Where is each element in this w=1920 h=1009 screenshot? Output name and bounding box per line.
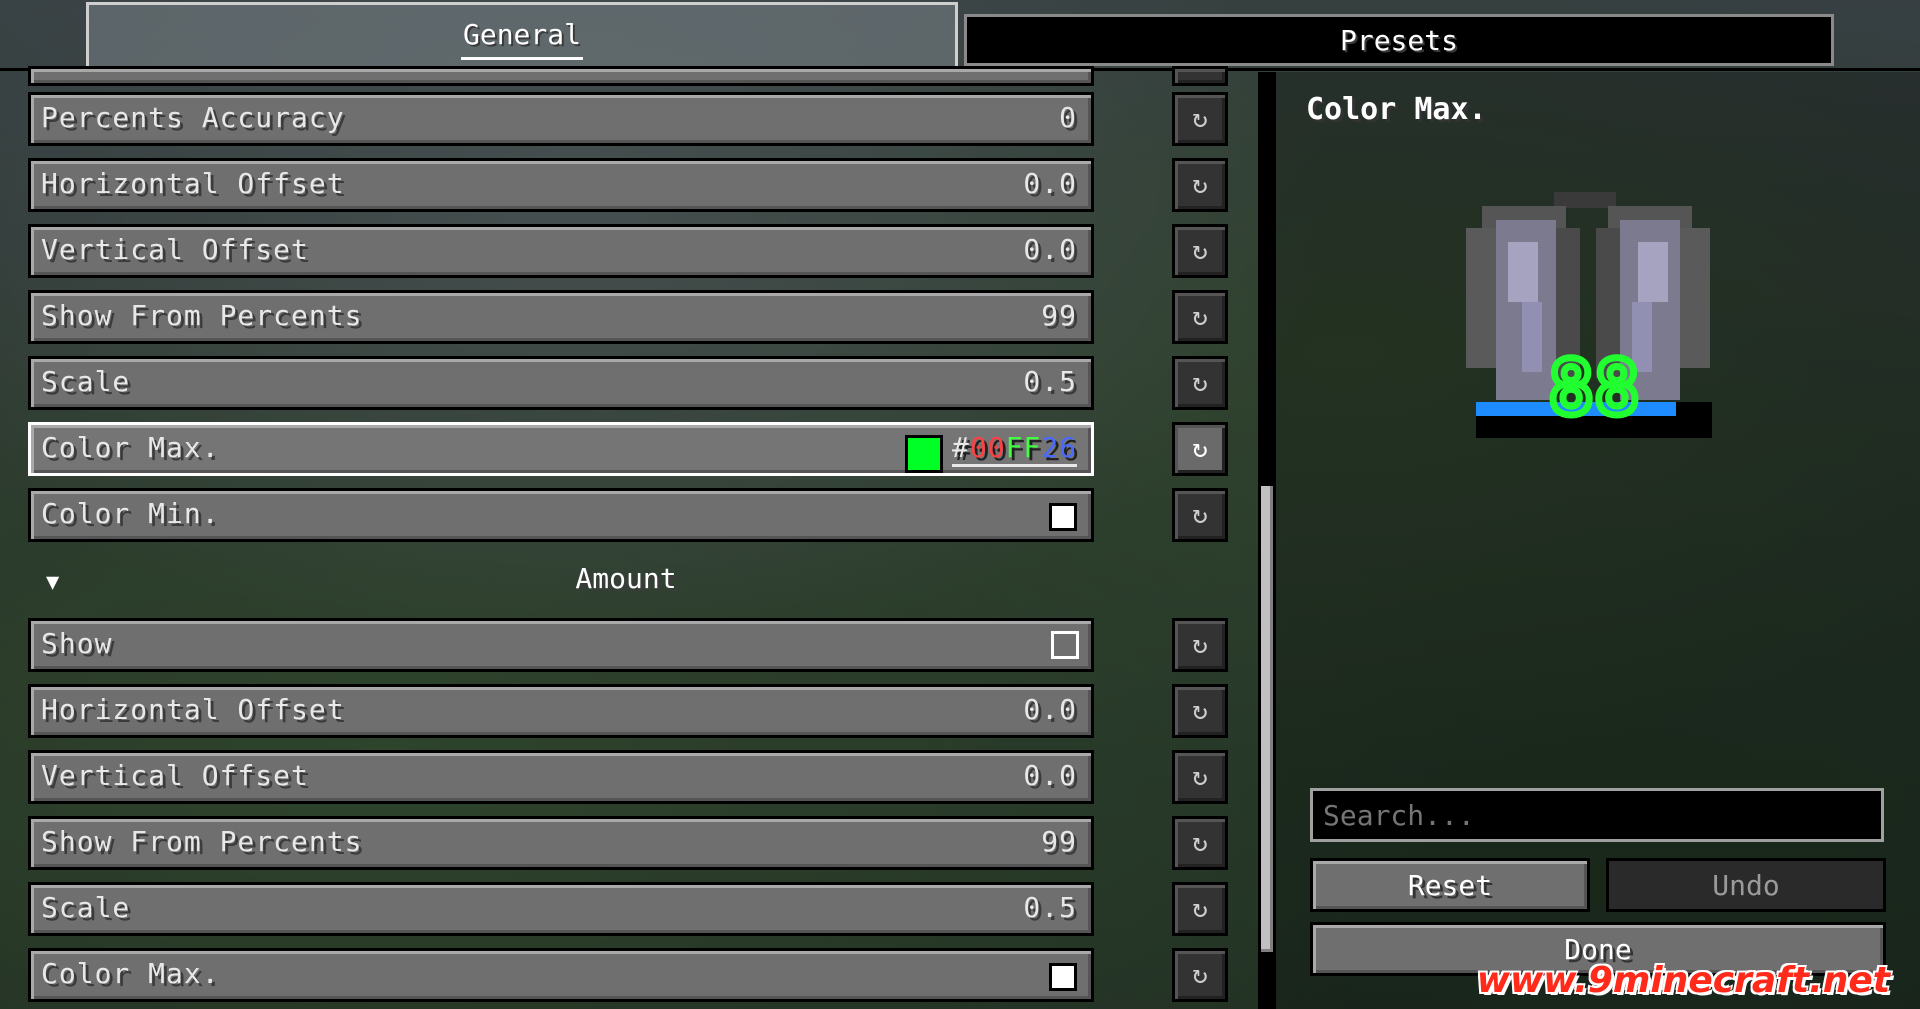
option-label: Vertical Offset	[41, 233, 309, 266]
option-value: 99	[1041, 825, 1077, 858]
reset-icon: ↻	[1192, 236, 1208, 266]
option-row-color-min[interactable]: Color Min.	[28, 488, 1094, 542]
reset-option-button[interactable]: ↻	[1172, 816, 1228, 870]
reset-option-button[interactable]: ↻	[1172, 422, 1228, 476]
reset-icon: ↻	[1192, 302, 1208, 332]
reset-option-button[interactable]: ↻	[1172, 224, 1228, 278]
tab-general-label: General	[460, 18, 583, 60]
hex-blue: 26	[1041, 431, 1077, 464]
reset-button-label: Reset	[1407, 868, 1493, 902]
option-row-scale[interactable]: Scale 0.5	[28, 356, 1094, 410]
watermark: www.9minecraft.net	[1476, 960, 1890, 1001]
option-label: Percents Accuracy	[41, 101, 345, 134]
option-label: Color Max.	[41, 431, 220, 464]
color-swatch	[905, 435, 943, 473]
option-value: 0.0	[1023, 759, 1077, 792]
option-row-vertical-offset[interactable]: Vertical Offset 0.0	[28, 750, 1094, 804]
hex-hash: #	[951, 431, 970, 464]
reset-icon: ↻	[1192, 630, 1208, 660]
reset-icon: ↻	[1192, 368, 1208, 398]
reset-icon: ↻	[1192, 960, 1208, 990]
hex-red: 00	[969, 431, 1006, 464]
option-value: 0.5	[1023, 891, 1077, 924]
option-row-percents-accuracy[interactable]: Percents Accuracy 0	[28, 92, 1094, 146]
option-row-vertical-offset[interactable]: Vertical Offset 0.0	[28, 224, 1094, 278]
option-row-show-from-percents[interactable]: Show From Percents 99	[28, 290, 1094, 344]
option-label: Horizontal Offset	[41, 693, 345, 726]
reset-option-button[interactable]: ↻	[1172, 356, 1228, 410]
color-swatch	[1049, 963, 1077, 991]
scrollbar-thumb[interactable]	[1261, 486, 1273, 952]
reset-option-button-partial	[1172, 66, 1228, 86]
color-swatch	[1049, 503, 1077, 531]
reset-option-button[interactable]: ↻	[1172, 948, 1228, 1002]
reset-option-button[interactable]: ↻	[1172, 290, 1228, 344]
hex-green: FF	[1005, 431, 1042, 464]
preview-number: 88	[1548, 343, 1640, 432]
option-row-scale[interactable]: Scale 0.5	[28, 882, 1094, 936]
option-value: 0.5	[1023, 365, 1077, 398]
reset-option-button[interactable]: ↻	[1172, 618, 1228, 672]
option-row-color-max[interactable]: Color Max. #00FF26	[28, 422, 1094, 476]
option-row-horizontal-offset[interactable]: Horizontal Offset 0.0	[28, 158, 1094, 212]
option-label: Show	[41, 627, 113, 660]
option-row-partial	[28, 66, 1094, 86]
option-label: Show From Percents	[41, 299, 363, 332]
reset-icon: ↻	[1192, 500, 1208, 530]
option-label: Color Min.	[41, 497, 220, 530]
tab-presets-label: Presets	[1339, 23, 1458, 57]
section-title: Amount	[575, 562, 677, 595]
reset-option-button[interactable]: ↻	[1172, 488, 1228, 542]
undo-button-label: Undo	[1712, 868, 1780, 902]
option-value: 0.0	[1023, 693, 1077, 726]
reset-icon: ↻	[1192, 170, 1208, 200]
reset-icon: ↻	[1192, 434, 1208, 464]
search-input[interactable]	[1310, 788, 1884, 842]
reset-icon: ↻	[1192, 104, 1208, 134]
option-value: 99	[1041, 299, 1077, 332]
reset-option-button[interactable]: ↻	[1172, 92, 1228, 146]
option-label: Color Max.	[41, 957, 220, 990]
elytra-item-icon: 88	[1466, 192, 1712, 438]
option-value: 0.0	[1023, 167, 1077, 200]
preview-title: Color Max.	[1306, 92, 1487, 127]
option-label: Scale	[41, 365, 131, 398]
reset-icon: ↻	[1192, 696, 1208, 726]
option-value: 0.0	[1023, 233, 1077, 266]
show-checkbox[interactable]	[1051, 631, 1079, 659]
reset-option-button[interactable]: ↻	[1172, 684, 1228, 738]
tab-general[interactable]: General	[86, 2, 958, 72]
option-row-show[interactable]: Show	[28, 618, 1094, 672]
reset-option-button[interactable]: ↻	[1172, 750, 1228, 804]
undo-button[interactable]: Undo	[1606, 858, 1886, 912]
option-label: Scale	[41, 891, 131, 924]
option-label: Horizontal Offset	[41, 167, 345, 200]
hex-color-input[interactable]: #00FF26	[951, 431, 1077, 467]
option-row-horizontal-offset[interactable]: Horizontal Offset 0.0	[28, 684, 1094, 738]
reset-icon: ↻	[1192, 828, 1208, 858]
option-label: Show From Percents	[41, 825, 363, 858]
option-row-show-from-percents[interactable]: Show From Percents 99	[28, 816, 1094, 870]
reset-button[interactable]: Reset	[1310, 858, 1590, 912]
option-row-color-max[interactable]: Color Max.	[28, 948, 1094, 1002]
option-label: Vertical Offset	[41, 759, 309, 792]
option-value: 0	[1059, 101, 1077, 134]
tab-presets[interactable]: Presets	[964, 14, 1834, 66]
reset-option-button[interactable]: ↻	[1172, 882, 1228, 936]
reset-icon: ↻	[1192, 762, 1208, 792]
reset-option-button[interactable]: ↻	[1172, 158, 1228, 212]
reset-icon: ↻	[1192, 894, 1208, 924]
